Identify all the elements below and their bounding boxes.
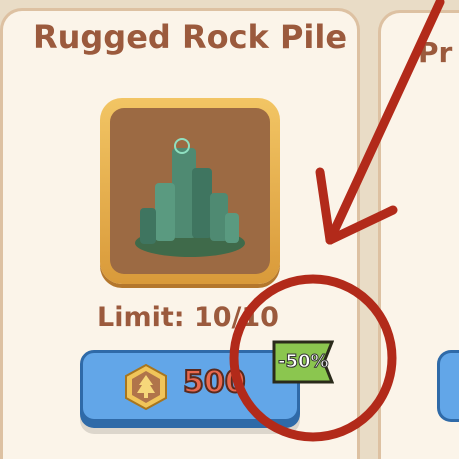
annotation-arrow-shaft <box>325 0 445 245</box>
annotation-arrowhead-left <box>315 167 335 245</box>
annotation-circle <box>229 274 397 442</box>
red-annotation <box>229 0 445 442</box>
